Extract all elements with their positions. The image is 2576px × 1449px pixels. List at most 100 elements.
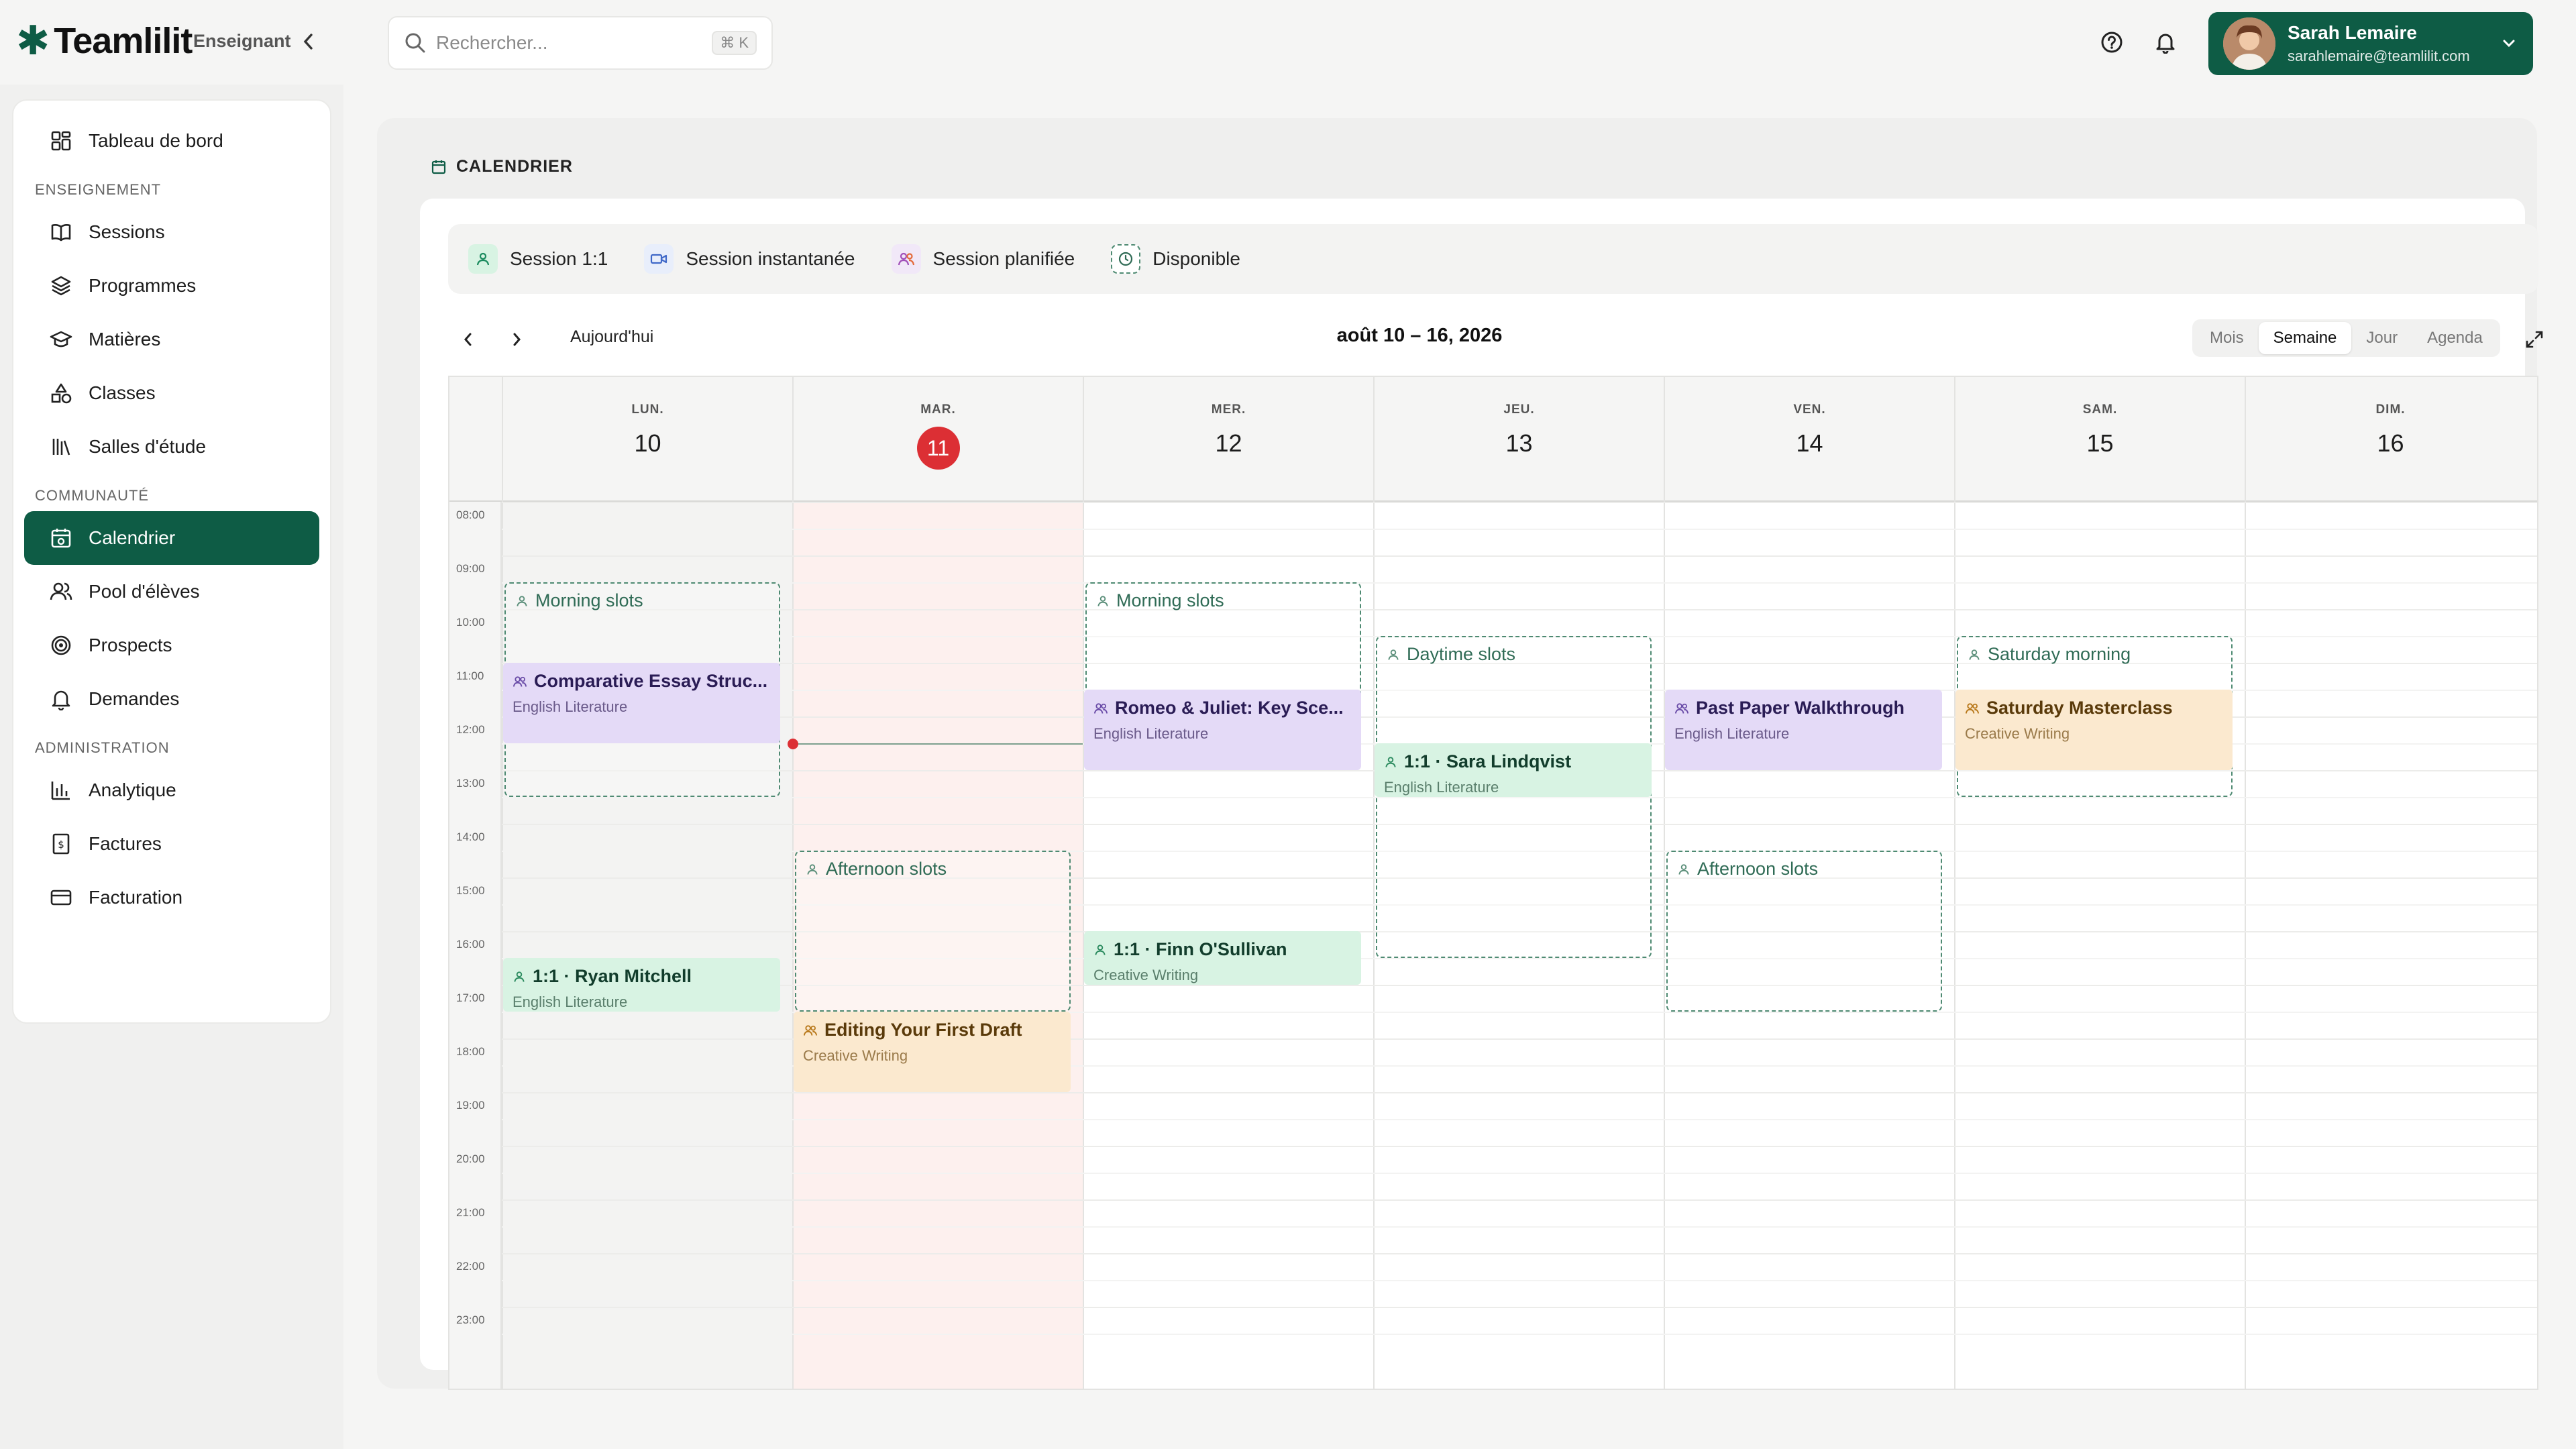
calendar-event[interactable]: Saturday Masterclass Creative Writing: [1955, 690, 2233, 770]
day-header[interactable]: SAM. 15: [1954, 377, 2245, 502]
day-header[interactable]: DIM. 16: [2245, 377, 2535, 502]
legend-label: Session 1:1: [510, 248, 608, 269]
time-label: 12:00: [456, 723, 485, 736]
event-subject: English Literature: [1384, 779, 1499, 796]
hour-gridline: [502, 502, 2537, 503]
collapse-sidebar-button[interactable]: [297, 27, 321, 56]
event-subject: English Literature: [1093, 725, 1209, 742]
day-number: 12: [1215, 429, 1242, 457]
sidebar-item-label: Prospects: [89, 635, 172, 655]
bell-icon: [52, 690, 70, 710]
help-button[interactable]: [2092, 22, 2132, 62]
event-title: 1:1 · Finn O'Sullivan: [1093, 939, 1352, 960]
day-header[interactable]: MAR. 11: [792, 377, 1083, 502]
calendar-event[interactable]: 1:1 · Finn O'Sullivan Creative Writing: [1084, 931, 1361, 985]
top-bar: ✱ Teamlilit Enseignant ⌘ K Sarah Lemaire…: [0, 0, 2576, 85]
availability-slot[interactable]: Afternoon slots: [795, 851, 1071, 1012]
sidebar-item-programs[interactable]: Programmes: [24, 259, 319, 313]
sidebar: Tableau de bord ENSEIGNEMENT Sessions Pr…: [12, 99, 331, 1024]
sidebar-item-invoices[interactable]: $ Factures: [24, 817, 319, 871]
users-icon: [891, 244, 921, 274]
layers-icon: [51, 276, 71, 296]
day-of-week-label: SAM.: [2082, 402, 2118, 417]
chevron-left-icon: [303, 34, 313, 50]
help-icon: [2101, 32, 2123, 53]
event-subject: English Literature: [513, 994, 628, 1010]
day-number: 14: [1796, 429, 1823, 457]
hour-gridline: [502, 1253, 2537, 1254]
logo[interactable]: ✱ Teamlilit: [16, 20, 193, 62]
sidebar-item-label: Pool d'élèves: [89, 581, 200, 602]
sidebar-item-label: Analytique: [89, 780, 176, 800]
view-day-button[interactable]: Jour: [2351, 322, 2412, 354]
day-of-week-label: MAR.: [920, 402, 956, 417]
day-column[interactable]: [2245, 502, 2535, 1389]
view-agenda-button[interactable]: Agenda: [2412, 322, 2498, 354]
event-subject: Creative Writing: [1093, 967, 1199, 983]
half-hour-gridline: [502, 582, 2537, 584]
slot-title: Afternoon slots: [1677, 859, 1931, 879]
sidebar-item-sessions[interactable]: Sessions: [24, 205, 319, 259]
sidebar-item-label: Salles d'étude: [89, 436, 207, 457]
calendar-toolbar: Aujourd'hui août 10 – 16, 2026 Mois Sema…: [447, 319, 2543, 360]
avatar: [2223, 17, 2275, 70]
chevron-down-icon: [2503, 40, 2515, 48]
calendar-event[interactable]: Romeo & Juliet: Key Sce... English Litera…: [1084, 690, 1361, 770]
day-header[interactable]: MER. 12: [1083, 377, 1373, 502]
day-header[interactable]: LUN. 10: [502, 377, 792, 502]
calendar-event[interactable]: Past Paper Walkthrough English Literature: [1665, 690, 1942, 770]
legend-item-planned: Session planifiée: [891, 244, 1075, 274]
grid-corner: [449, 377, 502, 502]
availability-slot[interactable]: Daytime slots: [1376, 636, 1652, 958]
sidebar-item-analytics[interactable]: Analytique: [24, 763, 319, 817]
event-subject: Creative Writing: [1965, 725, 2070, 742]
date-range-title: août 10 – 16, 2026: [1336, 325, 1503, 346]
sidebar-item-prospects[interactable]: Prospects: [24, 619, 319, 672]
event-title: Editing Your First Draft: [803, 1020, 1061, 1040]
notifications-button[interactable]: [2145, 22, 2186, 62]
user-menu[interactable]: Sarah Lemaire sarahlemaire@teamlilit.com: [2208, 12, 2533, 75]
time-label: 10:00: [456, 616, 485, 629]
calendar-event[interactable]: 1:1 · Sara Lindqvist English Literature: [1375, 743, 1652, 797]
sidebar-item-label: Programmes: [89, 275, 197, 296]
search-box[interactable]: ⌘ K: [388, 16, 773, 70]
hour-gridline: [502, 1092, 2537, 1093]
hour-gridline: [502, 609, 2537, 610]
event-title: Past Paper Walkthrough: [1674, 698, 1933, 718]
day-number: 10: [634, 429, 661, 457]
current-time-line: [792, 743, 1083, 745]
dashboard-icon: [51, 131, 71, 151]
legend-label: Session instantanée: [686, 248, 855, 269]
time-label: 13:00: [456, 777, 485, 790]
calendar-event[interactable]: Editing Your First Draft Creative Writing: [794, 1012, 1071, 1092]
sidebar-item-label: Tableau de bord: [89, 130, 223, 151]
time-label: 18:00: [456, 1045, 485, 1058]
sidebar-item-subjects[interactable]: Matières: [24, 313, 319, 366]
sidebar-item-requests[interactable]: Demandes: [24, 672, 319, 726]
day-header[interactable]: VEN. 14: [1664, 377, 1954, 502]
fullscreen-button[interactable]: [2520, 325, 2549, 354]
calendar-event[interactable]: 1:1 · Ryan Mitchell English Literature: [503, 958, 780, 1012]
today-date-badge: 11: [916, 427, 960, 470]
event-title: Saturday Masterclass: [1965, 698, 2223, 718]
sidebar-item-study-rooms[interactable]: Salles d'étude: [24, 420, 319, 474]
sidebar-item-student-pool[interactable]: Pool d'élèves: [24, 565, 319, 619]
calendar-event[interactable]: Comparative Essay Struc... English Litera…: [503, 663, 780, 743]
availability-slot[interactable]: Afternoon slots: [1666, 851, 1942, 1012]
half-hour-gridline: [502, 529, 2537, 530]
sidebar-item-calendar[interactable]: Calendrier: [24, 511, 319, 565]
day-column[interactable]: [1954, 502, 2245, 1389]
sidebar-item-classes[interactable]: Classes: [24, 366, 319, 420]
sidebar-item-dashboard[interactable]: Tableau de bord: [24, 114, 319, 168]
view-week-button[interactable]: Semaine: [2258, 322, 2352, 354]
sidebar-item-billing[interactable]: Facturation: [24, 871, 319, 924]
nav-section-community: COMMUNAUTÉ: [35, 487, 150, 504]
day-header[interactable]: JEU. 13: [1373, 377, 1664, 502]
day-of-week-label: DIM.: [2375, 402, 2406, 417]
view-month-button[interactable]: Mois: [2195, 322, 2259, 354]
search-shortcut: ⌘ K: [712, 31, 757, 55]
time-label: 21:00: [456, 1206, 485, 1219]
graduation-cap-icon: [50, 331, 72, 347]
time-label: 08:00: [456, 508, 485, 521]
search-input[interactable]: [436, 32, 712, 54]
